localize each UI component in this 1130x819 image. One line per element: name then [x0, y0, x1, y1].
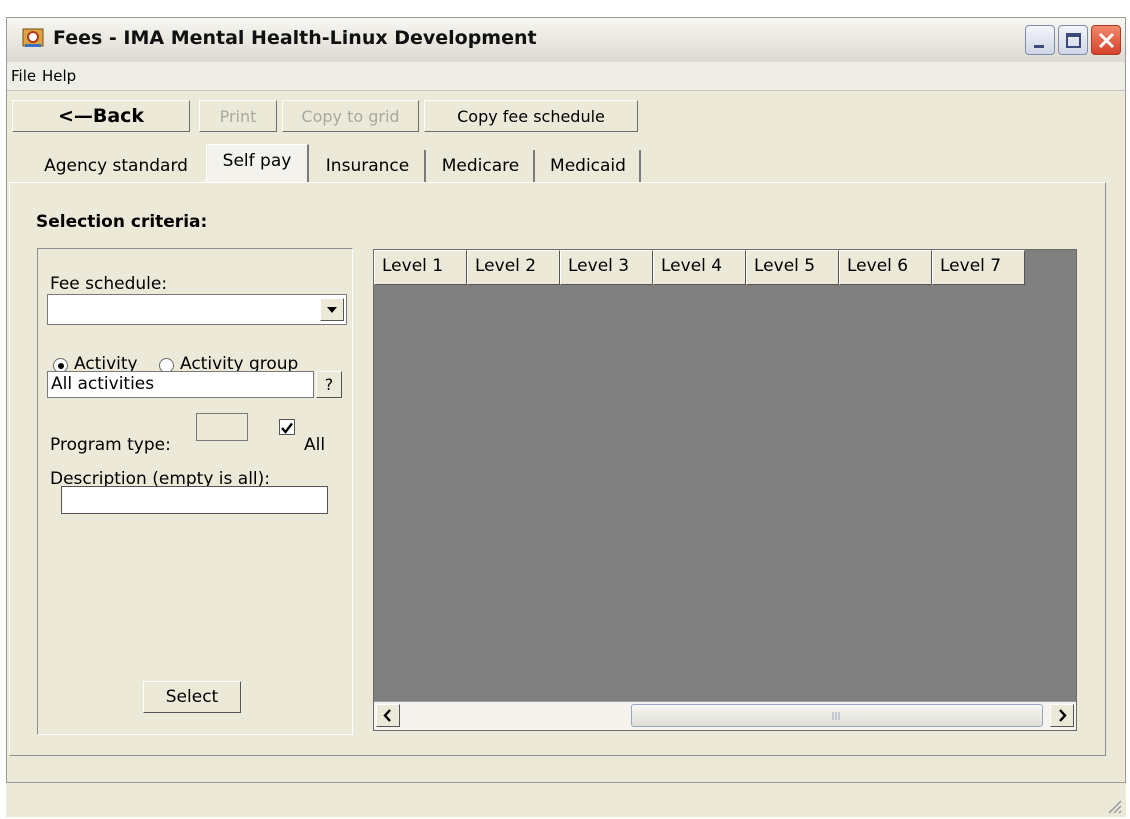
close-button[interactable]	[1091, 25, 1121, 55]
scroll-right-button[interactable]	[1050, 704, 1074, 727]
maximize-icon	[1066, 33, 1081, 48]
minimize-button[interactable]	[1025, 25, 1055, 55]
selection-criteria-title: Selection criteria:	[36, 212, 208, 232]
menu-help[interactable]: Help	[42, 67, 76, 85]
title-bar: Fees - IMA Mental Health-Linux Developme…	[7, 18, 1125, 63]
column-header-level-4[interactable]: Level 4	[653, 250, 746, 285]
resize-grip-icon[interactable]	[1104, 796, 1122, 814]
chevron-left-icon	[383, 709, 391, 722]
close-icon	[1098, 32, 1115, 49]
all-checkbox[interactable]	[279, 419, 295, 435]
maximize-button[interactable]	[1058, 25, 1088, 55]
copy-to-grid-button[interactable]: Copy to grid	[282, 100, 419, 132]
all-checkbox-label: All	[304, 435, 326, 455]
program-type-label: Program type:	[50, 435, 171, 455]
column-header-level-3[interactable]: Level 3	[560, 250, 653, 285]
minimize-icon	[1034, 45, 1044, 48]
menu-bar: File Help	[7, 62, 1125, 91]
horizontal-scrollbar[interactable]	[374, 701, 1076, 730]
chevron-right-icon	[1059, 709, 1067, 722]
fee-schedule-label: Fee schedule:	[50, 274, 168, 294]
grip-lines-icon	[832, 712, 840, 720]
fee-schedule-dropdown[interactable]	[47, 294, 347, 325]
desktop-strip	[0, 0, 1130, 17]
toolbar: <—Back Print Copy to grid Copy fee sched…	[7, 90, 1125, 132]
tab-medicare[interactable]: Medicare	[428, 150, 535, 182]
activity-lookup-button[interactable]: ?	[316, 371, 342, 398]
back-button[interactable]: <—Back	[12, 100, 190, 132]
column-header-level-6[interactable]: Level 6	[839, 250, 932, 285]
program-type-field[interactable]	[196, 413, 248, 441]
tab-agency-standard[interactable]: Agency standard	[28, 150, 204, 182]
dropdown-arrow-button[interactable]	[320, 298, 344, 321]
description-input[interactable]	[61, 486, 328, 514]
fee-level-grid[interactable]: Level 1 Level 2 Level 3 Level 4 Level 5 …	[373, 249, 1077, 731]
scroll-thumb[interactable]	[631, 704, 1043, 727]
grid-header: Level 1 Level 2 Level 3 Level 4 Level 5 …	[374, 250, 1025, 285]
column-header-level-2[interactable]: Level 2	[467, 250, 560, 285]
window-title: Fees - IMA Mental Health-Linux Developme…	[53, 27, 537, 49]
tab-strip: Agency standard Self pay Insurance Medic…	[0, 140, 1130, 182]
print-button[interactable]: Print	[199, 100, 277, 132]
select-button[interactable]: Select	[143, 681, 241, 713]
scroll-left-button[interactable]	[376, 704, 400, 727]
app-icon	[22, 28, 44, 47]
tab-medicaid[interactable]: Medicaid	[537, 150, 641, 182]
tab-insurance[interactable]: Insurance	[311, 150, 426, 182]
status-bar	[6, 782, 1126, 817]
checkmark-icon	[281, 422, 293, 434]
column-header-level-5[interactable]: Level 5	[746, 250, 839, 285]
chevron-down-icon	[327, 307, 337, 313]
column-header-level-1[interactable]: Level 1	[374, 250, 467, 285]
column-header-level-7[interactable]: Level 7	[932, 250, 1025, 285]
tab-self-pay[interactable]: Self pay	[206, 144, 309, 182]
menu-file[interactable]: File	[11, 67, 36, 85]
copy-fee-schedule-button[interactable]: Copy fee schedule	[424, 100, 638, 132]
activity-field[interactable]: All activities	[47, 371, 314, 398]
